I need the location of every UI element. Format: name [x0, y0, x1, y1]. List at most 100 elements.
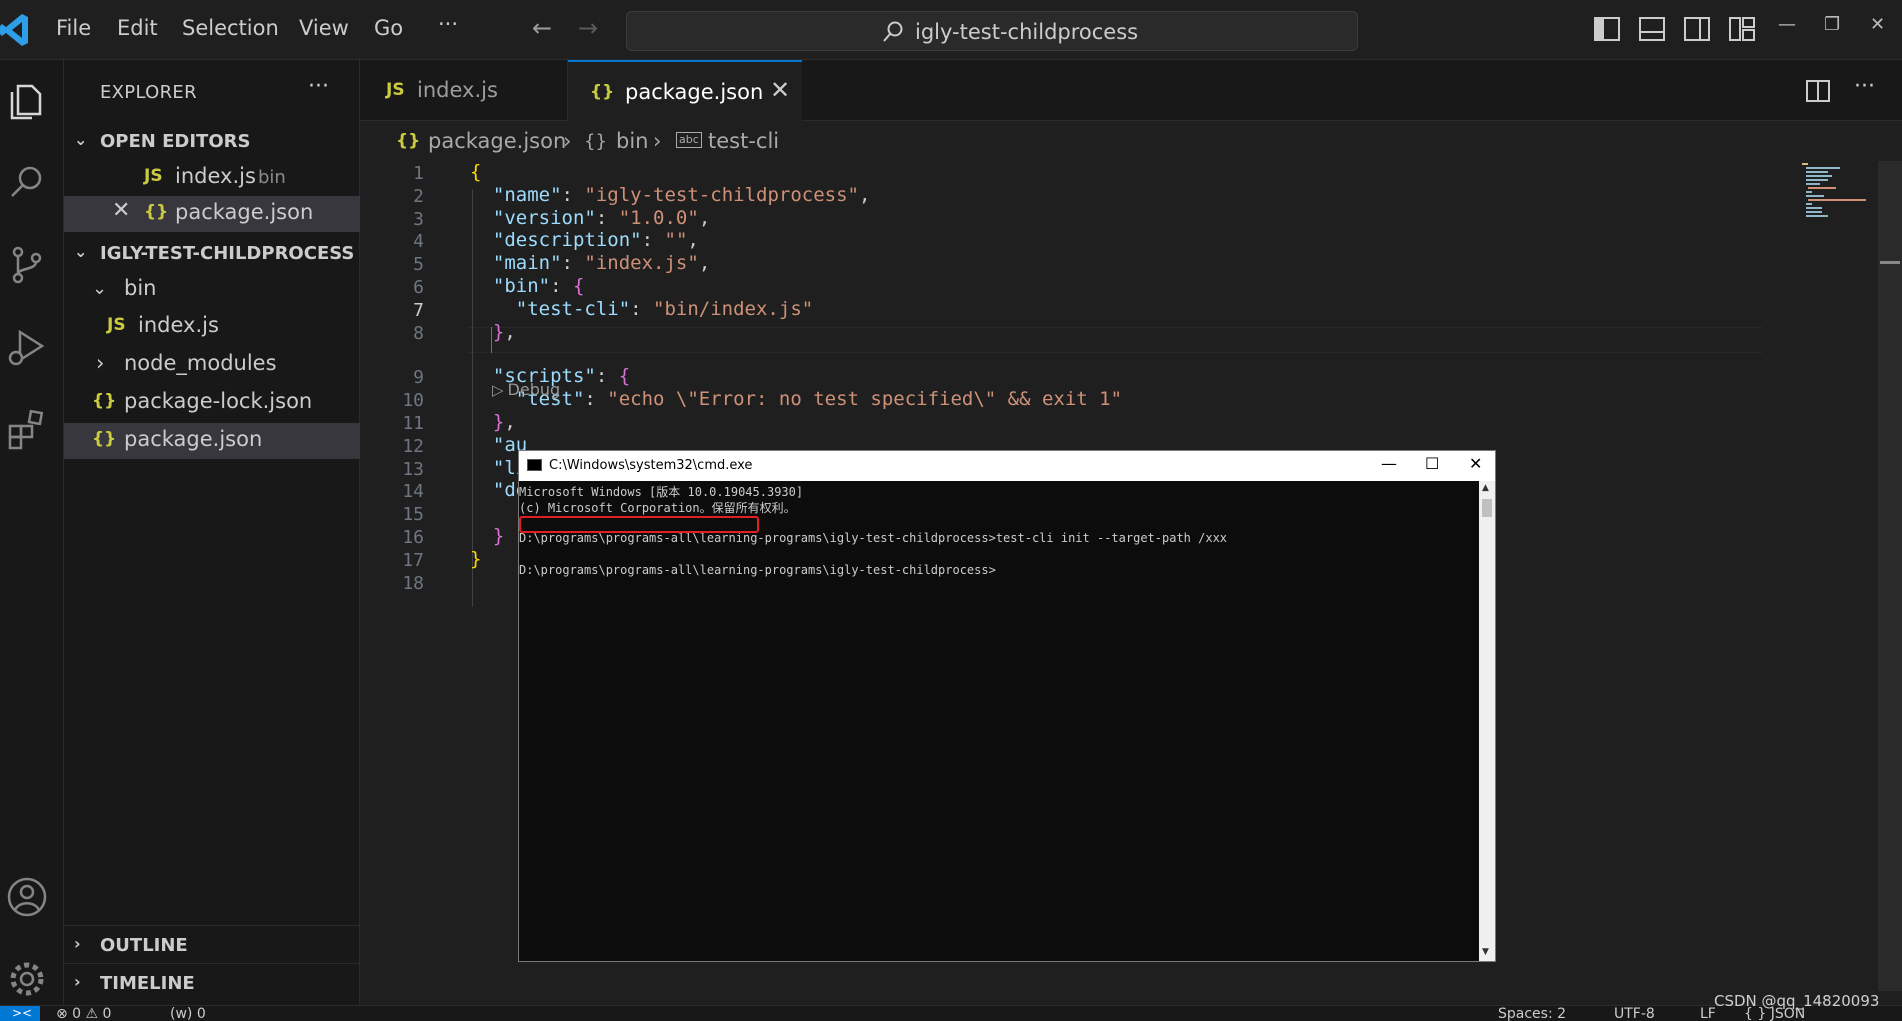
code-line: "test": "echo \"Error: no test specified…	[470, 388, 1122, 410]
tab-package-json[interactable]: {} package.json ✕	[568, 60, 802, 121]
tree-item-label: node_modules	[124, 351, 277, 375]
code-token: }	[470, 547, 482, 570]
forward-arrow-icon[interactable]: →	[578, 14, 598, 42]
open-editor-name: index.js	[175, 164, 256, 188]
vscode-logo-icon	[0, 14, 28, 46]
cmd-window[interactable]: C:\Windows\system32\cmd.exe — ☐ ✕ Micros…	[518, 450, 1496, 962]
outline-label: OUTLINE	[100, 935, 188, 956]
cmd-maximize-button[interactable]: ☐	[1425, 454, 1439, 473]
code-token: "bin"	[492, 275, 551, 297]
open-editor-item-package-json[interactable]: ✕ {} package.json	[64, 196, 360, 232]
tree-item-package-json[interactable]: {} package.json	[64, 423, 360, 459]
scroll-up-arrow-icon[interactable]: ▲	[1482, 483, 1489, 493]
cmd-minimize-button[interactable]: —	[1381, 454, 1397, 473]
code-token: "igly-test-childprocess"	[584, 183, 859, 206]
remote-indicator[interactable]: ><	[0, 1006, 40, 1021]
menu-view[interactable]: View	[299, 16, 349, 40]
cmd-close-button[interactable]: ✕	[1469, 454, 1482, 473]
code-line: "description": "",	[470, 229, 699, 251]
tree-item-bin[interactable]: ⌄ bin	[64, 272, 360, 308]
source-control-activity[interactable]	[4, 242, 50, 288]
code-token: ""	[664, 229, 688, 252]
run-debug-icon	[8, 329, 45, 366]
editor-more-actions-button[interactable]: ···	[1854, 74, 1875, 99]
project-folder-header[interactable]: ⌄ IGLY-TEST-CHILDPROCESS	[64, 238, 360, 270]
console-line: Microsoft Windows [版本 10.0.19045.3930]	[519, 485, 804, 499]
sidebar-more-button[interactable]: ···	[308, 74, 329, 99]
open-editor-item-index-js[interactable]: JS index.js bin	[64, 160, 360, 196]
code-token: {	[572, 275, 585, 297]
indentation-status[interactable]: Spaces: 2	[1498, 1006, 1566, 1021]
menu-edit[interactable]: Edit	[117, 16, 158, 40]
breadcrumb-key[interactable]: test-cli	[708, 129, 779, 153]
debug-codelens[interactable]: ▷ Debug	[492, 380, 560, 399]
chevron-down-icon: ⌄	[92, 278, 108, 299]
json-file-icon: {}	[92, 391, 117, 411]
open-editors-header[interactable]: ⌄ OPEN EDITORS	[64, 126, 360, 158]
problems-status[interactable]: ⊗ 0 ⚠ 0	[56, 1006, 111, 1021]
vertical-scrollbar[interactable]	[1878, 161, 1902, 991]
javascript-file-icon: JS	[107, 315, 126, 335]
back-arrow-icon[interactable]: ←	[532, 14, 552, 42]
tree-item-node-modules[interactable]: › node_modules	[64, 347, 360, 383]
window-close-button[interactable]: ✕	[1870, 14, 1885, 35]
extensions-activity[interactable]	[4, 406, 50, 452]
open-editors-label: OPEN EDITORS	[100, 131, 251, 152]
menu-more-button[interactable]: ···	[438, 12, 458, 36]
cmd-title-bar[interactable]: C:\Windows\system32\cmd.exe — ☐ ✕	[519, 451, 1495, 481]
command-center-search[interactable]: igly-test-childprocess	[626, 11, 1358, 51]
cmd-scrollbar[interactable]	[1479, 481, 1495, 961]
toggle-secondary-sidebar-icon[interactable]	[1684, 17, 1710, 41]
cmd-console-output[interactable]: Microsoft Windows [版本 10.0.19045.3930] (…	[519, 481, 1479, 961]
command-center-label: igly-test-childprocess	[915, 20, 1139, 44]
code-line: {	[470, 161, 481, 183]
encoding-status[interactable]: UTF-8	[1614, 1006, 1655, 1021]
scroll-down-arrow-icon[interactable]: ▼	[1482, 947, 1489, 957]
cmd-app-icon	[527, 459, 542, 471]
menu-go[interactable]: Go	[374, 16, 403, 40]
explorer-activity[interactable]	[4, 78, 50, 124]
search-activity[interactable]	[4, 160, 50, 206]
customize-layout-icon[interactable]	[1729, 17, 1755, 41]
window-restore-button[interactable]: ❐	[1824, 14, 1840, 35]
split-editor-icon[interactable]	[1806, 80, 1830, 102]
code-line: }	[470, 525, 504, 547]
explorer-sidebar: EXPLORER ··· ⌄ OPEN EDITORS JS index.js …	[64, 60, 360, 1005]
manage-activity[interactable]	[4, 956, 50, 1002]
timeline-section[interactable]: › TIMELINE	[64, 963, 360, 1001]
close-icon[interactable]: ✕	[112, 198, 130, 223]
code-line: "bin": {	[470, 275, 585, 297]
outline-section[interactable]: › OUTLINE	[64, 925, 360, 963]
cmd-scrollbar-thumb[interactable]	[1482, 499, 1492, 517]
code-token: :	[561, 252, 585, 275]
tree-item-label: bin	[124, 276, 157, 300]
breadcrumb-object[interactable]: bin	[616, 129, 648, 153]
tree-item-index-js[interactable]: JS index.js	[64, 309, 360, 345]
ports-status[interactable]: (w) 0	[170, 1006, 206, 1021]
window-minimize-button[interactable]: —	[1778, 14, 1796, 35]
code-token: :	[630, 297, 654, 320]
line-number: 14	[402, 481, 424, 503]
tab-index-js[interactable]: JS index.js	[360, 60, 568, 121]
json-file-icon: {}	[144, 202, 169, 222]
chevron-right-icon: ›	[74, 972, 81, 991]
breadcrumb-file[interactable]: package.json	[428, 129, 566, 153]
menu-selection[interactable]: Selection	[182, 16, 279, 40]
code-token: ,	[504, 411, 516, 433]
run-debug-activity[interactable]	[4, 324, 50, 370]
tree-item-package-lock-json[interactable]: {} package-lock.json	[64, 385, 360, 421]
toggle-panel-icon[interactable]	[1639, 17, 1665, 41]
minimap[interactable]	[1764, 161, 1894, 991]
line-number: 12	[402, 435, 424, 457]
string-icon: abc	[676, 132, 702, 148]
accounts-activity[interactable]	[4, 874, 50, 920]
close-icon[interactable]: ✕	[770, 76, 790, 104]
menu-file[interactable]: File	[56, 16, 91, 40]
code-token: "name"	[492, 183, 562, 206]
console-line: D:\programs\programs-all\learning-progra…	[519, 531, 1228, 545]
toggle-primary-sidebar-icon[interactable]	[1594, 17, 1620, 41]
code-line: "version": "1.0.0",	[470, 207, 710, 229]
